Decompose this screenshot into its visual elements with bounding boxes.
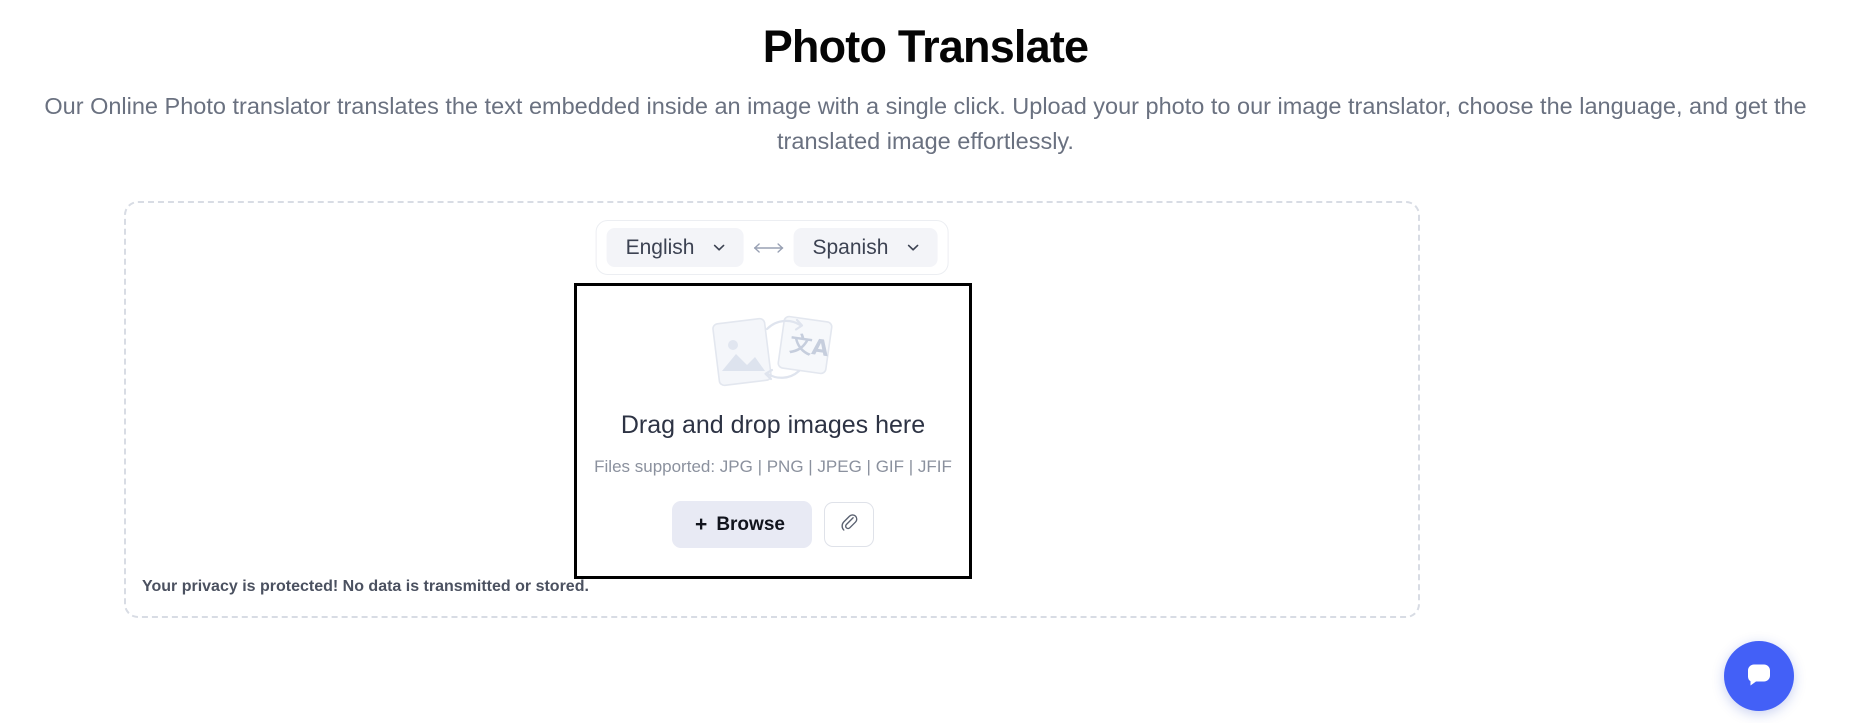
source-language-label: English bbox=[625, 236, 695, 259]
target-language-select[interactable]: Spanish bbox=[793, 228, 938, 267]
language-selector-bar: English Spanish bbox=[595, 220, 949, 275]
dropzone-title: Drag and drop images here bbox=[620, 411, 926, 439]
image-translate-illustration: 文A bbox=[707, 305, 839, 391]
chat-bubble-icon bbox=[1742, 657, 1776, 696]
browse-button-label: Browse bbox=[716, 514, 785, 535]
page-title: Photo Translate bbox=[762, 21, 1089, 72]
target-language-label: Spanish bbox=[812, 236, 889, 259]
plus-icon: + bbox=[695, 513, 708, 536]
upload-panel: English Spanish 文A Drag and drop images … bbox=[124, 201, 1420, 618]
privacy-note: Your privacy is protected! No data is tr… bbox=[142, 578, 589, 595]
page-subtitle: Our Online Photo translator translates t… bbox=[44, 93, 1807, 154]
dropzone-supported-formats: Files supported: JPG | PNG | JPEG | GIF … bbox=[594, 457, 952, 476]
photo-translate-page: Photo Translate Our Online Photo transla… bbox=[0, 20, 1851, 723]
source-language-select[interactable]: English bbox=[606, 228, 744, 267]
chevron-down-icon bbox=[712, 240, 727, 255]
attach-file-button[interactable] bbox=[823, 502, 874, 547]
swap-horizontal-icon[interactable] bbox=[752, 237, 786, 259]
paperclip-icon bbox=[839, 512, 859, 537]
image-dropzone[interactable]: 文A Drag and drop images here Files suppo… bbox=[574, 283, 972, 579]
chat-widget-button[interactable] bbox=[1724, 641, 1794, 711]
browse-button[interactable]: + Browse bbox=[672, 501, 812, 548]
chevron-down-icon bbox=[905, 240, 920, 255]
svg-text:文A: 文A bbox=[788, 331, 830, 362]
dropzone-actions: + Browse bbox=[672, 501, 874, 548]
